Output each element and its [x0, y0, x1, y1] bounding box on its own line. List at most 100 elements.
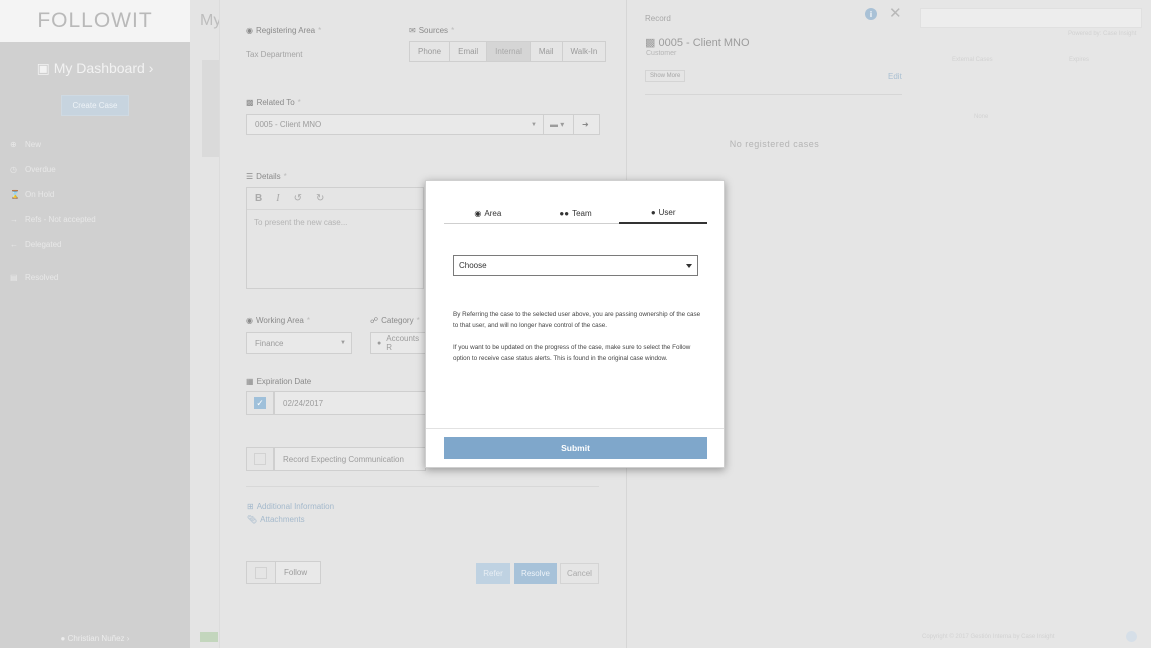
source-internal-button[interactable]: Internal [487, 42, 531, 61]
column-header-expires: Expires [1069, 57, 1090, 63]
card-dropdown-button[interactable]: ▬ ▾ [543, 114, 574, 135]
source-walk-in-button[interactable]: Walk-In [563, 42, 606, 61]
tab-label: Team [572, 208, 592, 218]
record-client-type: Customer [646, 50, 677, 57]
plus-circle-icon: ⊕ [10, 140, 17, 149]
expiration-date-input[interactable]: 02/24/2017 [274, 391, 426, 415]
background-card [202, 60, 220, 157]
tab-area[interactable]: ◉ Area [444, 203, 532, 223]
sidebar-item-label: Delegated [25, 240, 62, 249]
tab-label: User [658, 208, 676, 217]
inbox-icon: ▣ [36, 60, 50, 76]
working-area-value: Finance [255, 338, 284, 348]
search-input[interactable] [920, 8, 1142, 28]
arrow-left-icon: ← [10, 240, 18, 249]
arrow-right-icon: ➜ [582, 120, 589, 129]
category-value: Accounts R [386, 334, 420, 352]
record-header: Record [645, 14, 671, 23]
sidebar-item-new[interactable]: ⊕ New [0, 132, 190, 157]
tab-user[interactable]: ● User [619, 203, 708, 224]
source-mail-button[interactable]: Mail [531, 42, 563, 61]
id-card-icon: ▩ [645, 37, 656, 49]
sidebar: FOLLOWIT ▣ My Dashboard › Create Case ⊕ … [0, 0, 190, 648]
sidebar-item-label: Resolved [25, 273, 59, 282]
user-icon: ● [60, 634, 66, 643]
cancel-button[interactable]: Cancel [560, 563, 599, 584]
chevron-down-icon: ▼ [531, 121, 537, 128]
undo-icon[interactable]: ↺ [294, 193, 302, 204]
sidebar-item-refs-not-accepted[interactable]: → Refs - Not accepted [0, 207, 190, 232]
follow-label: Follow [284, 568, 308, 577]
record-communication-checkbox[interactable] [246, 447, 274, 471]
refer-notice-ownership: By Referring the case to the selected us… [453, 311, 701, 329]
follow-checkbox[interactable] [246, 561, 276, 584]
user-select-value: Choose [459, 261, 487, 270]
info-icon[interactable] [1126, 631, 1137, 642]
registering-area-label: ◉ Registering Area * [246, 26, 322, 35]
category-label: ☍ Category * [370, 316, 420, 325]
edit-link[interactable]: Edit [888, 72, 902, 81]
close-icon[interactable]: ✕ [889, 4, 902, 22]
card-icon: ▬ ▾ [550, 120, 565, 129]
dashboard-link[interactable]: ▣ My Dashboard › [0, 60, 190, 77]
related-to-select[interactable]: 0005 - Client MNO ▼ [246, 114, 544, 135]
user-name: Christian Nuñez [67, 634, 125, 643]
sidebar-item-label: Refs - Not accepted [25, 215, 96, 224]
sidebar-nav: ⊕ New ◷ Overdue ⌛ On Hold → Refs - Not a… [0, 132, 190, 290]
app-logo: FOLLOWIT [37, 9, 153, 32]
italic-icon[interactable]: I [276, 193, 279, 204]
redo-icon[interactable]: ↻ [316, 193, 324, 204]
refer-button[interactable]: Refer [476, 563, 510, 584]
lock-icon: ● [377, 339, 382, 347]
attachments-link[interactable]: 📎︎ Attachments [247, 515, 305, 524]
related-to-value: 0005 - Client MNO [255, 120, 322, 129]
chevron-right-icon: › [126, 634, 130, 643]
follow-label-box: Follow [275, 561, 321, 584]
working-area-select[interactable]: Finance ▼ [246, 332, 352, 354]
footer-copyright: Copyright © 2017 Gestión Interna by Case… [922, 634, 1055, 640]
cube-icon: ◉ [474, 208, 482, 218]
tag-icon: ☍ [370, 316, 379, 325]
checkmark-icon: ✓ [254, 397, 266, 409]
empty-cases-text: No registered cases [729, 139, 820, 149]
id-card-icon: ▩ [246, 98, 254, 107]
dashboard-label: My Dashboard [53, 60, 145, 76]
info-icon[interactable]: i [865, 8, 877, 20]
clock-icon: ◷ [10, 165, 17, 174]
list-icon: ☰ [246, 172, 254, 181]
record-communication-label: Record Expecting Communication [283, 454, 404, 464]
sidebar-item-overdue[interactable]: ◷ Overdue [0, 157, 190, 182]
sidebar-item-label: New [25, 140, 42, 149]
source-phone-button[interactable]: Phone [410, 42, 451, 61]
divider [246, 486, 599, 487]
submit-button[interactable]: Submit [444, 437, 707, 459]
sidebar-item-delegated[interactable]: ← Delegated [0, 232, 190, 257]
additional-information-link[interactable]: ⊞ Additional Information [247, 502, 334, 511]
refer-modal: ◉ Area ●● Team ● User Choose By Referrin… [425, 180, 725, 468]
expiration-checkbox[interactable]: ✓ [246, 391, 274, 415]
empty-text: None [974, 114, 989, 120]
user-menu[interactable]: ● Christian Nuñez › [0, 634, 190, 643]
details-label: ☰ Details * [246, 172, 287, 181]
sidebar-item-resolved[interactable]: ▤ Resolved [0, 265, 190, 290]
calendar-icon: ▦ [246, 377, 254, 386]
show-more-button[interactable]: Show More [645, 70, 686, 82]
tab-team[interactable]: ●● Team [532, 203, 620, 223]
sidebar-item-on-hold[interactable]: ⌛ On Hold [0, 182, 190, 207]
details-textarea[interactable]: To present the new case... [247, 210, 423, 235]
checkbox-box [254, 453, 266, 465]
bold-icon[interactable]: B [255, 193, 262, 204]
source-email-button[interactable]: Email [450, 42, 488, 61]
record-client-name: 0005 - Client MNO [658, 37, 750, 49]
user-select[interactable]: Choose [453, 255, 698, 276]
resolve-button[interactable]: Resolve [514, 563, 557, 584]
sidebar-item-label: On Hold [25, 190, 55, 199]
status-badge [200, 632, 218, 642]
cube-icon: ◉ [246, 316, 253, 325]
go-arrow-button[interactable]: ➜ [573, 114, 600, 135]
caret-down-icon [686, 264, 692, 268]
plus-square-icon: ⊞ [247, 502, 254, 511]
create-case-button[interactable]: Create Case [61, 95, 129, 116]
expiration-label: ▦ Expiration Date [246, 377, 312, 386]
category-select[interactable]: ● Accounts R [370, 332, 426, 354]
